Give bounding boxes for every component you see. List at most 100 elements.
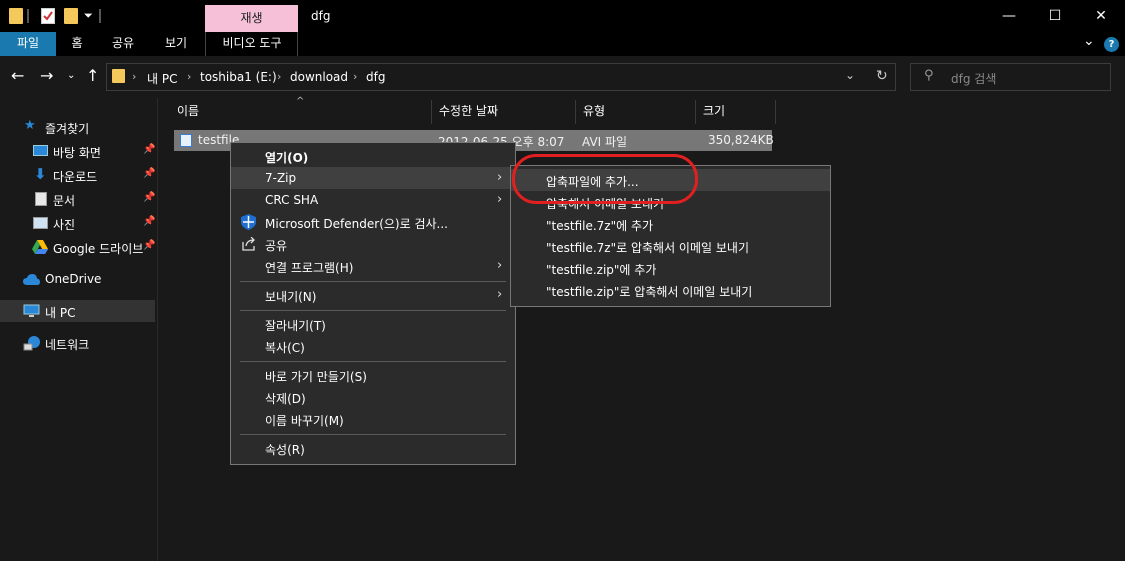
- tab-video-tools[interactable]: 비디오 도구: [212, 32, 292, 56]
- menu-item-7zip[interactable]: 7-Zip ›: [231, 167, 515, 189]
- menu-item-label: 보내기(N): [265, 290, 317, 304]
- pin-icon[interactable]: 📌: [143, 192, 155, 203]
- column-header-type[interactable]: 유형: [576, 100, 696, 124]
- nav-item-documents[interactable]: 문서 📌: [0, 188, 157, 210]
- submenu-item-label: "testfile.zip"에 추가: [546, 263, 657, 277]
- tab-home[interactable]: 홈: [62, 32, 92, 56]
- submenu-item-label: "testfile.7z"에 추가: [546, 219, 654, 233]
- menu-item-share[interactable]: 공유: [231, 233, 515, 255]
- menu-item-cut[interactable]: 잘라내기(T): [231, 313, 515, 335]
- properties-icon[interactable]: [41, 8, 55, 24]
- menu-item-create-shortcut[interactable]: 바로 가기 만들기(S): [231, 364, 515, 386]
- search-placeholder: dfg 검색: [951, 72, 997, 86]
- submenu-item-add-to-zip[interactable]: "testfile.zip"에 추가: [511, 257, 830, 279]
- nav-item-label: 내 PC: [45, 306, 76, 320]
- menu-item-copy[interactable]: 복사(C): [231, 335, 515, 357]
- column-header-name[interactable]: 이름: [170, 100, 432, 124]
- download-icon: ⬇: [34, 165, 47, 183]
- menu-item-crc-sha[interactable]: CRC SHA ›: [231, 189, 515, 211]
- menu-separator: [240, 434, 506, 435]
- menu-item-send-to[interactable]: 보내기(N) ›: [231, 284, 515, 306]
- maximize-button[interactable]: ☐: [1032, 0, 1078, 32]
- pin-icon[interactable]: 📌: [143, 144, 155, 155]
- close-button[interactable]: ✕: [1078, 0, 1124, 32]
- submenu-arrow-icon: ›: [497, 192, 503, 207]
- playback-contextual-tab[interactable]: 재생: [205, 5, 298, 32]
- new-folder-icon[interactable]: [64, 8, 78, 24]
- pin-icon[interactable]: 📌: [143, 240, 155, 251]
- pin-icon[interactable]: 📌: [143, 168, 155, 179]
- star-icon: ★: [24, 118, 36, 133]
- menu-item-open[interactable]: 열기(O): [231, 145, 515, 167]
- minimize-button[interactable]: —: [986, 0, 1032, 32]
- submenu-item-7z-and-email[interactable]: "testfile.7z"로 압축해서 이메일 보내기: [511, 235, 830, 257]
- menu-item-defender-scan[interactable]: Microsoft Defender(으)로 검사...: [231, 211, 515, 233]
- breadcrumb-separator[interactable]: ›: [277, 70, 281, 83]
- menu-item-properties[interactable]: 속성(R): [231, 437, 515, 459]
- nav-item-network[interactable]: 네트워크: [0, 332, 157, 354]
- submenu-item-label: "testfile.7z"로 압축해서 이메일 보내기: [546, 241, 749, 255]
- tab-file[interactable]: 파일: [0, 32, 56, 56]
- nav-item-label: 바탕 화면: [53, 146, 101, 160]
- menu-item-label: 이름 바꾸기(M): [265, 414, 344, 428]
- nav-item-label: OneDrive: [45, 272, 102, 286]
- nav-item-pictures[interactable]: 사진 📌: [0, 212, 157, 234]
- back-button[interactable]: ←: [11, 66, 24, 85]
- column-header-date[interactable]: 수정한 날짜: [432, 100, 576, 124]
- menu-item-open-with[interactable]: 연결 프로그램(H) ›: [231, 255, 515, 277]
- up-button[interactable]: ↑: [86, 66, 99, 85]
- menu-item-label: 삭제(D): [265, 392, 306, 406]
- computer-icon: [23, 304, 40, 317]
- menu-separator: [240, 310, 506, 311]
- folder-icon: [112, 69, 125, 83]
- submenu-arrow-icon: ›: [497, 287, 503, 302]
- menu-item-rename[interactable]: 이름 바꾸기(M): [231, 408, 515, 430]
- nav-item-downloads[interactable]: ⬇ 다운로드 📌: [0, 164, 157, 186]
- toolbar-divider: [27, 9, 29, 23]
- pin-icon[interactable]: 📌: [143, 216, 155, 227]
- picture-icon: [33, 217, 48, 229]
- breadcrumb-separator[interactable]: ›: [187, 70, 191, 83]
- menu-item-label: 속성(R): [265, 443, 305, 457]
- recent-locations-icon[interactable]: ⌄: [67, 70, 75, 81]
- breadcrumb-this-pc[interactable]: 내 PC: [147, 70, 177, 87]
- menu-separator: [240, 361, 506, 362]
- nav-item-label: 네트워크: [45, 338, 90, 352]
- help-icon[interactable]: ?: [1104, 37, 1119, 52]
- breadcrumb-download[interactable]: download: [290, 70, 348, 84]
- column-header-size[interactable]: 크기: [696, 100, 776, 124]
- address-dropdown-icon[interactable]: ⌄: [845, 68, 855, 82]
- nav-item-google-drive[interactable]: Google 드라이브 📌: [0, 236, 157, 258]
- menu-item-label: Microsoft Defender(으)로 검사...: [265, 217, 448, 231]
- menu-item-delete[interactable]: 삭제(D): [231, 386, 515, 408]
- breadcrumb-separator[interactable]: ›: [132, 70, 136, 83]
- cloud-icon: [23, 274, 40, 285]
- nav-item-onedrive[interactable]: OneDrive: [0, 268, 157, 290]
- submenu-item-zip-and-email[interactable]: "testfile.zip"로 압축해서 이메일 보내기: [511, 279, 830, 301]
- breadcrumb-dfg[interactable]: dfg: [366, 70, 385, 84]
- share-icon: [242, 237, 255, 251]
- customize-quick-access-icon[interactable]: ⏷: [84, 9, 93, 23]
- window-title: dfg: [311, 9, 331, 23]
- nav-item-label: 사진: [53, 218, 76, 232]
- forward-button[interactable]: →: [40, 66, 53, 85]
- tab-share[interactable]: 공유: [105, 32, 141, 56]
- desktop-icon: [33, 145, 48, 156]
- nav-item-this-pc[interactable]: 내 PC: [0, 300, 155, 322]
- folder-icon[interactable]: [9, 8, 23, 24]
- nav-item-desktop[interactable]: 바탕 화면 📌: [0, 140, 157, 162]
- nav-item-quick-access[interactable]: ★ 즐겨찾기: [0, 116, 157, 138]
- menu-separator: [240, 281, 506, 282]
- refresh-icon[interactable]: ↻: [876, 68, 888, 84]
- title-bar: [0, 0, 1125, 32]
- search-input[interactable]: [910, 63, 1111, 91]
- breadcrumb-separator[interactable]: ›: [353, 70, 357, 83]
- menu-item-label: 공유: [265, 239, 288, 253]
- document-icon: [35, 192, 47, 206]
- menu-item-label: 잘라내기(T): [265, 319, 326, 333]
- breadcrumb-drive[interactable]: toshiba1 (E:): [200, 70, 277, 84]
- submenu-item-add-to-7z[interactable]: "testfile.7z"에 추가: [511, 213, 830, 235]
- tab-view[interactable]: 보기: [158, 32, 194, 56]
- ribbon-expand-icon[interactable]: ⌄: [1083, 33, 1095, 49]
- menu-item-label: 7-Zip: [265, 171, 297, 185]
